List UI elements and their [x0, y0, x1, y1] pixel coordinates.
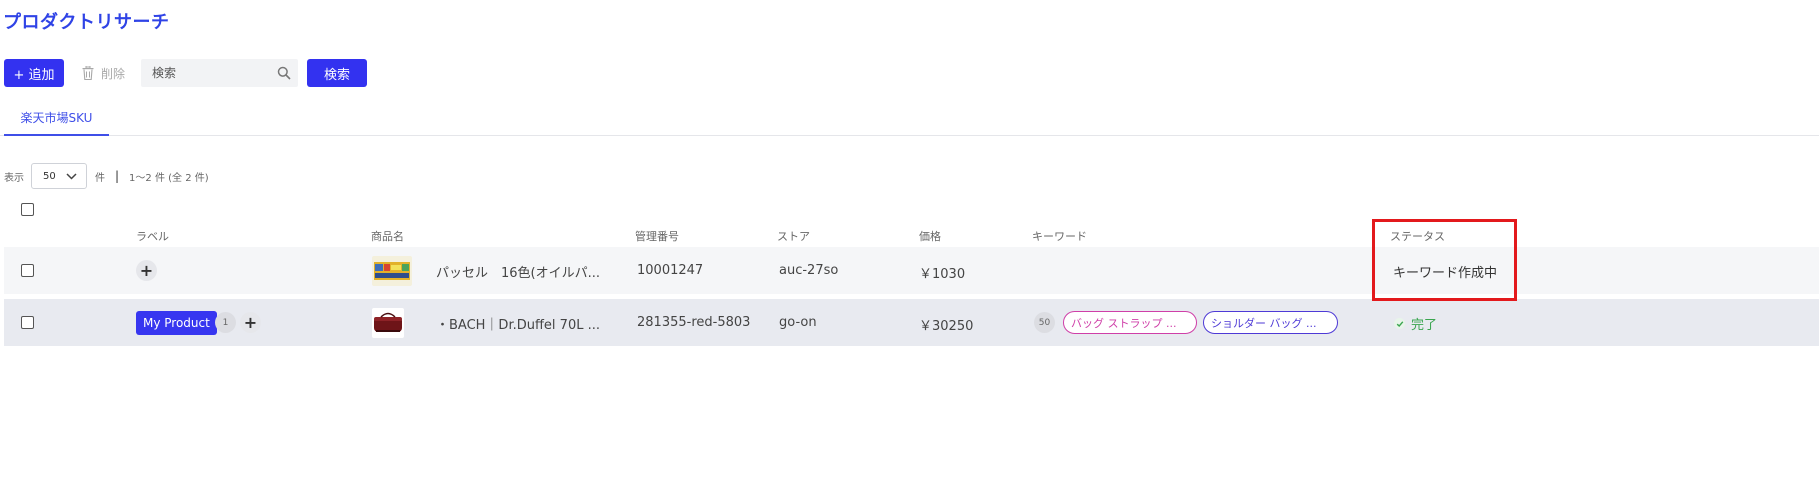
status-column-highlight — [1372, 219, 1517, 301]
table-header: ラベル 商品名 管理番号 ストア 価格 キーワード ステータス — [0, 222, 1819, 246]
search-button[interactable]: 検索 — [307, 59, 368, 87]
keyword-count-badge: 50 — [1034, 312, 1055, 333]
trash-icon — [82, 66, 94, 80]
page-size-select[interactable]: 50 — [31, 163, 87, 189]
status-text: 完了 — [1411, 318, 1438, 333]
add-label-button[interactable]: + — [136, 260, 157, 281]
row-checkbox[interactable] — [21, 264, 34, 277]
pager-separator: | — [115, 169, 120, 183]
row-checkbox[interactable] — [21, 316, 34, 329]
search-icon[interactable] — [277, 66, 291, 80]
header-label[interactable]: ラベル — [136, 228, 169, 244]
table-row[interactable]: + パッセル 16色(オイルパ... 10001247 auc-27so ￥10… — [4, 247, 1819, 294]
page-title: プロダクトリサーチ — [3, 12, 170, 33]
product-thumbnail — [372, 256, 412, 286]
header-product-name[interactable]: 商品名 — [371, 228, 404, 244]
status-done: 完了 — [1394, 314, 1437, 333]
pagination: 表示 50 件 | 1〜2 件 (全 2 件) — [4, 163, 209, 189]
price: ￥1030 — [919, 267, 966, 282]
header-store[interactable]: ストア — [777, 228, 810, 244]
store-name: go-on — [779, 315, 817, 330]
label-chip[interactable]: My Product — [136, 311, 217, 335]
add-label-button[interactable]: + — [240, 312, 261, 333]
show-label: 表示 — [4, 172, 24, 184]
tab-bar: 楽天市場SKU — [0, 100, 1819, 136]
header-price[interactable]: 価格 — [919, 228, 941, 244]
chevron-down-icon — [66, 173, 77, 180]
search-box — [141, 59, 299, 87]
delete-label: 削除 — [101, 66, 126, 81]
toolbar: + 追加 削除 検索 — [4, 59, 368, 87]
delete-button[interactable]: 削除 — [82, 59, 125, 87]
add-button[interactable]: + 追加 — [4, 59, 64, 87]
table-row[interactable]: My Product 1 + ・BACH｜Dr.Duffel 70L ... 2… — [4, 299, 1819, 346]
price: ￥30250 — [919, 319, 974, 334]
product-name[interactable]: パッセル 16色(オイルパ... — [436, 262, 600, 281]
select-all-checkbox[interactable] — [21, 203, 34, 216]
keyword-pill[interactable]: ショルダー バッグ ... — [1203, 311, 1338, 334]
management-no: 281355-red-5803 — [637, 315, 751, 330]
page-size-unit: 件 — [95, 172, 105, 184]
header-keyword[interactable]: キーワード — [1032, 228, 1087, 244]
store-name: auc-27so — [779, 263, 839, 278]
product-name[interactable]: ・BACH｜Dr.Duffel 70L ... — [436, 314, 600, 333]
keyword-pill[interactable]: バッグ ストラップ ... — [1063, 311, 1197, 334]
check-icon — [1394, 318, 1405, 329]
pager-range: 1〜2 件 (全 2 件) — [129, 172, 209, 184]
header-management-no[interactable]: 管理番号 — [635, 228, 679, 244]
label-count-badge: 1 — [215, 312, 236, 333]
page-size-value: 50 — [43, 170, 56, 182]
search-input[interactable] — [152, 66, 273, 80]
product-thumbnail — [372, 308, 404, 338]
tab-rakuten-sku[interactable]: 楽天市場SKU — [4, 100, 109, 136]
management-no: 10001247 — [637, 263, 704, 278]
